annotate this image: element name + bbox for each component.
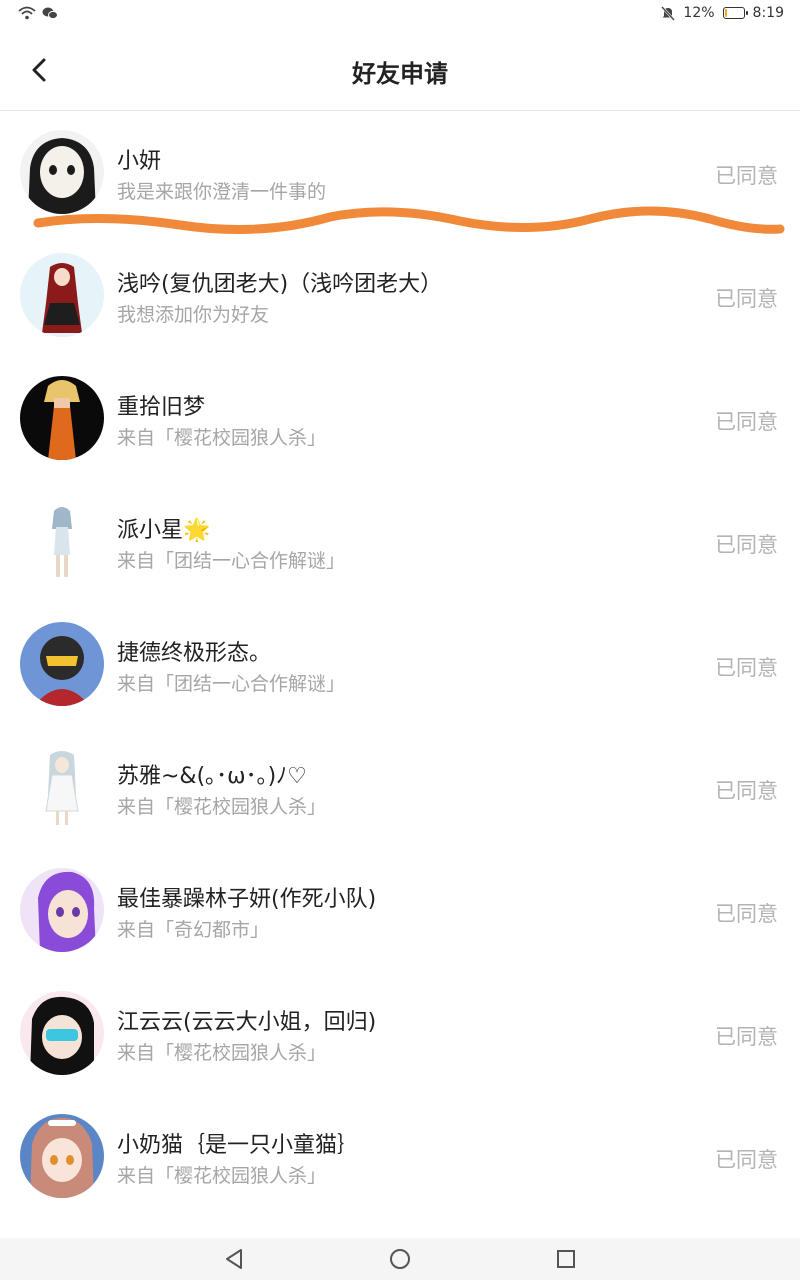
request-name: 小奶猫｛是一只小童猫｝ xyxy=(117,1133,360,1158)
wifi-icon xyxy=(18,6,36,20)
accepted-status: 已同意 xyxy=(715,533,778,557)
request-name: 最佳暴躁林子妍(作死小队) xyxy=(117,887,377,912)
request-name: 江云云(云云大小姐，回归) xyxy=(117,1010,377,1035)
avatar[interactable] xyxy=(20,376,104,460)
request-message: 我是来跟你澄清一件事的 xyxy=(117,181,327,203)
friend-request-row[interactable]: 浅吟(复仇团老大)（浅吟团老大） 我想添加你为好友 已同意 xyxy=(0,234,800,357)
nav-home-button[interactable] xyxy=(387,1246,413,1272)
request-name: 派小星🌟 xyxy=(117,518,211,543)
accepted-status: 已同意 xyxy=(715,1148,778,1172)
request-message: 我想添加你为好友 xyxy=(117,304,270,326)
friend-request-row[interactable]: 苏雅~&(｡･ω･｡)ﾉ♡ 来自「樱花校园狼人杀」 已同意 xyxy=(0,726,800,849)
page-title: 好友申请 xyxy=(352,60,448,88)
avatar[interactable] xyxy=(20,745,104,829)
avatar[interactable] xyxy=(20,868,104,952)
friend-request-row[interactable]: 派小星🌟 来自「团结一心合作解谜」 已同意 xyxy=(0,480,800,603)
battery-percent: 12% xyxy=(683,5,715,21)
nav-recents-button[interactable] xyxy=(553,1246,579,1272)
accepted-status: 已同意 xyxy=(715,902,778,926)
request-message: 来自「团结一心合作解谜」 xyxy=(117,673,346,695)
avatar[interactable] xyxy=(20,499,104,583)
mute-bell-icon xyxy=(661,5,676,21)
request-message: 来自「团结一心合作解谜」 xyxy=(117,550,346,572)
accepted-status: 已同意 xyxy=(715,1025,778,1049)
avatar[interactable] xyxy=(20,253,104,337)
accepted-status: 已同意 xyxy=(715,164,778,188)
accepted-status: 已同意 xyxy=(715,410,778,434)
recents-square-icon xyxy=(557,1250,575,1268)
friend-request-row[interactable]: 捷德终极形态。 来自「团结一心合作解谜」 已同意 xyxy=(0,603,800,726)
home-circle-icon xyxy=(390,1249,410,1269)
battery-icon xyxy=(722,7,748,19)
avatar[interactable] xyxy=(20,622,104,706)
back-triangle-icon xyxy=(226,1249,242,1269)
request-name: 浅吟(复仇团老大)（浅吟团老大） xyxy=(117,272,443,297)
status-right: 12% 8:19 xyxy=(661,5,784,21)
avatar[interactable] xyxy=(20,130,104,214)
friend-request-row[interactable]: 江云云(云云大小姐，回归) 来自「樱花校园狼人杀」 已同意 xyxy=(0,972,800,1095)
request-name: 重拾旧梦 xyxy=(117,395,206,420)
accepted-status: 已同意 xyxy=(715,287,778,311)
request-name: 苏雅~&(｡･ω･｡)ﾉ♡ xyxy=(117,764,307,789)
request-message: 来自「奇幻都市」 xyxy=(117,919,270,941)
friend-request-row[interactable]: 最佳暴躁林子妍(作死小队) 来自「奇幻都市」 已同意 xyxy=(0,849,800,972)
request-message: 来自「樱花校园狼人杀」 xyxy=(117,796,327,818)
status-left xyxy=(18,6,58,20)
status-bar: 12% 8:19 xyxy=(0,0,800,32)
wechat-icon xyxy=(42,7,58,20)
request-name: 小妍 xyxy=(117,149,162,174)
request-message: 来自「樱花校园狼人杀」 xyxy=(117,1042,327,1064)
system-nav-bar xyxy=(0,1238,800,1280)
request-message: 来自「樱花校园狼人杀」 xyxy=(117,1165,327,1187)
friend-request-list: 小妍 我是来跟你澄清一件事的 已同意 浅吟(复仇团老大)（浅吟团老大） 我想添加… xyxy=(0,111,800,1218)
request-name: 捷德终极形态。 xyxy=(117,641,272,666)
clock: 8:19 xyxy=(752,5,784,21)
battery-level xyxy=(724,9,727,17)
title-bar: 好友申请 xyxy=(0,32,800,111)
friend-request-row[interactable]: 小奶猫｛是一只小童猫｝ 来自「樱花校园狼人杀」 已同意 xyxy=(0,1095,800,1218)
accepted-status: 已同意 xyxy=(715,656,778,680)
nav-back-button[interactable] xyxy=(221,1246,247,1272)
accepted-status: 已同意 xyxy=(715,779,778,803)
friend-request-row[interactable]: 重拾旧梦 来自「樱花校园狼人杀」 已同意 xyxy=(0,357,800,480)
request-message: 来自「樱花校园狼人杀」 xyxy=(117,427,327,449)
avatar[interactable] xyxy=(20,991,104,1075)
friend-request-row[interactable]: 小妍 我是来跟你澄清一件事的 已同意 xyxy=(0,111,800,234)
avatar[interactable] xyxy=(20,1114,104,1198)
